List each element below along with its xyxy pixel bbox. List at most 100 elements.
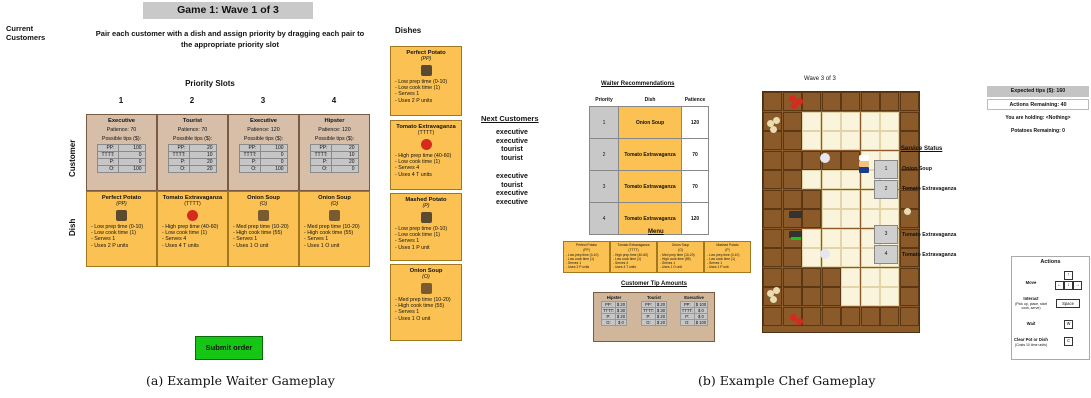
customer-name: Tourist: [182, 118, 203, 124]
next-customer: tourist: [501, 154, 523, 162]
menu-dish-code: (P): [725, 248, 730, 252]
onion-icon: [904, 208, 911, 215]
counter-tile: [821, 306, 841, 326]
actions-remaining: Actions Remaining: 40: [987, 99, 1089, 110]
floor-tile: [860, 111, 880, 131]
menu-card: Perfect Potato (PP) - Low prep time (0-1…: [563, 241, 610, 273]
counter-tile: [802, 92, 821, 111]
arrow-right-key[interactable]: →: [1073, 281, 1082, 290]
tip-key: P:: [97, 158, 119, 166]
floor-tile: [802, 228, 821, 248]
wait-key[interactable]: w: [1064, 320, 1073, 329]
counter-tile: [841, 92, 860, 111]
floor-tile: [841, 209, 860, 228]
menu-dish-name: Tomato Extravaganza: [617, 243, 650, 247]
dish-option-card[interactable]: Mashed Potato (P) - Low prep time (0-10)…: [390, 193, 462, 261]
possible-tips-label: Possible tips ($):: [243, 136, 284, 142]
tip-key: TTTT:: [310, 151, 332, 159]
customer-card[interactable]: Tourist Patience: 70 Possible tips ($): …: [157, 114, 228, 191]
rec-dish: Tomato Extravaganza: [618, 170, 682, 203]
waiter-recommendations-table: Priority Dish Patience 1 Onion Soup 120 …: [589, 94, 709, 235]
floor-tile: [821, 131, 841, 150]
counter-tile: [763, 306, 782, 326]
dish-code: (P): [422, 203, 430, 209]
counter-tile: [782, 150, 802, 170]
tip-key: TTTT:: [239, 151, 261, 159]
counter-tile: [763, 248, 782, 267]
action-wait-label: Wait: [1026, 321, 1036, 326]
slot-dish-card[interactable]: Perfect Potato (PP) - Low prep time (0-1…: [86, 191, 157, 267]
arrow-up-key[interactable]: ↑: [1064, 271, 1073, 280]
possible-tips-label: Possible tips ($):: [314, 136, 355, 142]
tip-key: O:: [600, 319, 616, 326]
counter-tile: [880, 92, 899, 111]
floor-tile: [821, 111, 841, 131]
floor-tile: [880, 267, 899, 287]
slot-dish-card[interactable]: Onion Soup (O) - Med prep time (10-20) -…: [299, 191, 370, 267]
tip-key: PP:: [310, 144, 332, 152]
next-customers-list: executive tourist executive executive: [482, 173, 542, 207]
counter-tile: [782, 189, 802, 209]
floor-tile: [880, 131, 899, 150]
slot-dish-card[interactable]: Tomato Extravaganza (TTTT) - High prep t…: [157, 191, 228, 267]
arrow-left-key[interactable]: ←: [1055, 281, 1064, 290]
dish-code: (O): [259, 201, 268, 207]
floor-tile: [821, 170, 841, 189]
tips-table: PP: 100 TTTT: 0 P: 0 O: 100: [97, 144, 146, 173]
counter-tile: [821, 92, 841, 111]
next-customer: executive: [496, 190, 528, 197]
counter-tile: [782, 267, 802, 287]
counter-tile: [841, 150, 860, 170]
col-header-priority: Priority: [595, 97, 613, 103]
slot-number-3: 3: [260, 96, 266, 105]
menu-dish-name: Mashed Potato: [716, 243, 739, 247]
floor-tile: [802, 170, 821, 189]
onion-icon: [773, 287, 780, 294]
rec-dish: Onion Soup: [618, 106, 682, 139]
arrow-down-key[interactable]: ↓: [1064, 281, 1073, 290]
tip-value: 100: [259, 144, 288, 152]
tip-key: TTTT:: [97, 151, 119, 159]
customer-patience: Patience: 120: [247, 127, 280, 133]
next-customer: executive: [496, 129, 528, 136]
floor-tile: [880, 287, 899, 306]
customer-patience: Patience: 70: [177, 127, 208, 133]
dish-option-card[interactable]: Perfect Potato (PP) - Low prep time (0-1…: [390, 46, 462, 116]
counter-tile: [860, 92, 880, 111]
tip-key: TTTT:: [168, 151, 190, 159]
potatoes-remaining: Potatoes Remaining: 0: [1011, 128, 1065, 134]
submit-order-button[interactable]: Submit order: [195, 336, 263, 360]
instructions: Pair each customer with a dish and assig…: [95, 29, 365, 49]
menu-card: Tomato Extravaganza (TTTT) - High prep t…: [610, 241, 657, 273]
service-slot-number: 2: [874, 180, 898, 199]
customer-patience: Patience: 70: [106, 127, 137, 133]
action-interact-sub: (Pick up, place, start cook, serve): [1015, 302, 1047, 310]
clear-key[interactable]: c: [1064, 337, 1073, 346]
customer-card[interactable]: Executive Patience: 70 Possible tips ($)…: [86, 114, 157, 191]
rec-priority: 1: [589, 106, 619, 139]
expected-tips: Expected tips ($): 160: [987, 86, 1089, 97]
space-key[interactable]: Space: [1056, 299, 1080, 308]
floor-tile: [880, 111, 899, 131]
rec-patience: 70: [681, 138, 709, 171]
tips-table: PP: 20 TTTT: 10 P: 20 O: 20: [168, 144, 217, 173]
tips-table: PP: 20 TTTT: 10 P: 20 O: 0: [310, 144, 359, 173]
tip-value: 20: [188, 144, 217, 152]
dish-code: (PP): [420, 56, 432, 62]
tip-column-name: Executive: [684, 295, 704, 300]
slot-dish-card[interactable]: Onion Soup (O) - Med prep time (10-20) -…: [228, 191, 299, 267]
kitchen-grid[interactable]: [762, 91, 920, 333]
dish-option-card[interactable]: Tomato Extravaganza (TTTT) - High prep t…: [390, 120, 462, 190]
counter-tile: [899, 267, 919, 287]
action-move-label: Move: [1025, 280, 1037, 285]
tip-value: 0: [259, 151, 288, 159]
next-customer: tourist: [501, 146, 523, 153]
tip-column: Hipster PP: $ 20 TTTT: $ 30 P: $ 20 O: $ 0: [595, 295, 633, 326]
onion-icon: [770, 296, 777, 303]
rec-priority: 3: [589, 170, 619, 203]
tomato-icon: [187, 210, 198, 221]
counter-tile: [899, 189, 919, 209]
customer-card[interactable]: Executive Patience: 120 Possible tips ($…: [228, 114, 299, 191]
dish-option-card[interactable]: Onion Soup (O) - Med prep time (10-20) -…: [390, 264, 462, 341]
customer-card[interactable]: Hipster Patience: 120 Possible tips ($):…: [299, 114, 370, 191]
